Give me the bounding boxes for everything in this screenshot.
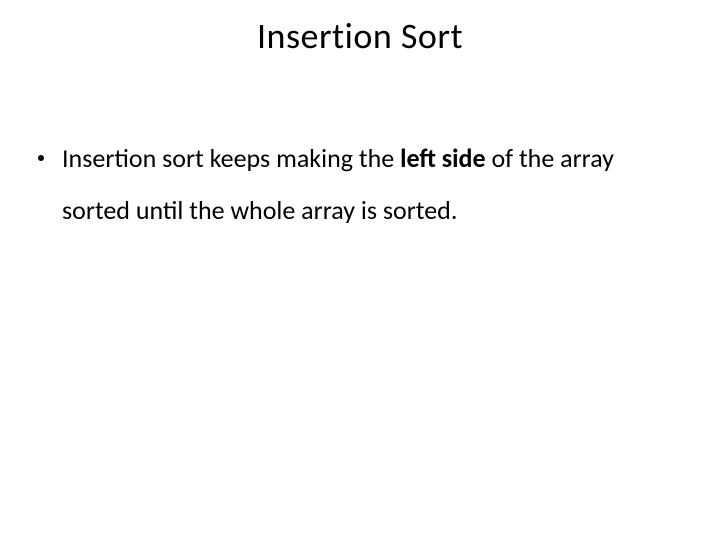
bullet-text-pre: Insertion sort keeps making the [62,142,400,174]
bullet-text: Insertion sort keeps making the left sid… [62,132,682,236]
slide: Insertion Sort Insertion sort keeps maki… [0,0,720,540]
slide-body: Insertion sort keeps making the left sid… [38,132,682,236]
bullet-dot-icon [38,155,44,161]
slide-title: Insertion Sort [0,14,720,58]
bullet-item: Insertion sort keeps making the left sid… [38,132,682,236]
bullet-text-bold: left side [400,142,486,174]
